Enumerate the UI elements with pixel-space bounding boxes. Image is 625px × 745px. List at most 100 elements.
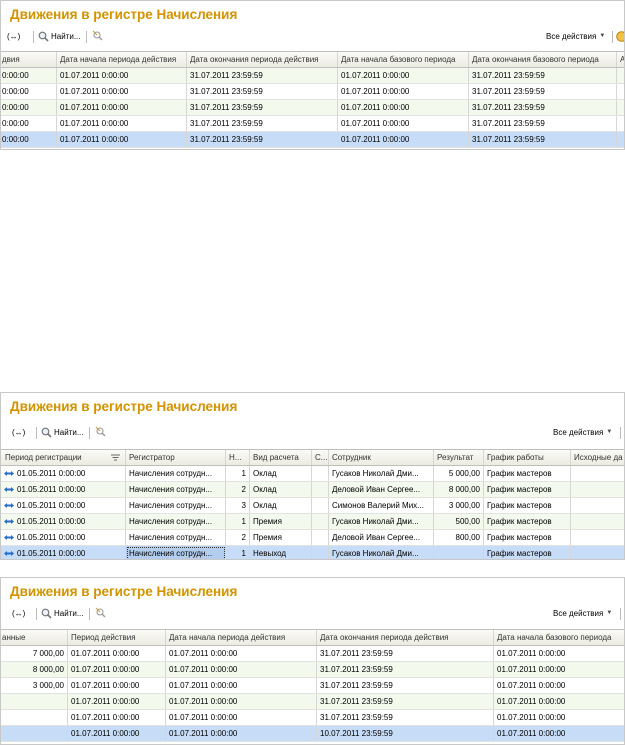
table-row[interactable]: 01.07.2011 0:00:00 01.07.2011 0:00:00 31… (1, 710, 624, 726)
dropdown-caret-icon: ▼ (599, 33, 606, 39)
column-header[interactable]: Дата начала базового периода (494, 630, 624, 645)
cell: 01.07.2011 0:00:00 (68, 710, 166, 725)
cancel-search-button[interactable] (95, 424, 107, 440)
focused-cell[interactable]: Начисления сотрудн... (126, 546, 226, 559)
cell: 01.07.2011 0:00:00 (57, 116, 187, 131)
column-header[interactable]: Дата начала периода действия (166, 630, 317, 645)
cell: 0:00:00 (1, 68, 57, 83)
dropdown-caret-icon: ▼ (606, 610, 613, 616)
column-header-period[interactable]: Период регистрации (1, 450, 126, 465)
cell: Начисления сотрудн... (126, 514, 226, 529)
nav-button[interactable]: (↔) (12, 605, 25, 621)
column-header[interactable]: Период действия (68, 630, 166, 645)
column-header[interactable]: двия (1, 52, 57, 67)
cell: Деловой Иван Сергее... (329, 482, 434, 497)
table-row[interactable]: 7 000,00 01.07.2011 0:00:00 01.07.2011 0… (1, 646, 624, 662)
column-header[interactable]: А (617, 52, 624, 67)
table-row[interactable]: 01.05.2011 0:00:00 Начисления сотрудн...… (1, 482, 624, 498)
cell: Премия (250, 530, 312, 545)
column-header[interactable]: Дата окончания периода действия (187, 52, 338, 67)
column-header[interactable]: Дата начала базового периода (338, 52, 469, 67)
column-header[interactable]: анные (1, 630, 68, 645)
cell: 01.07.2011 0:00:00 (68, 646, 166, 661)
column-header[interactable]: Н... (226, 450, 250, 465)
table-row[interactable]: 01.05.2011 0:00:00 Начисления сотрудн...… (1, 530, 624, 546)
cell (312, 498, 329, 513)
cell: 31.07.2011 23:59:59 (187, 132, 338, 147)
register-movements-panel-1: Движения в регистре Начисления (↔) Найти… (0, 0, 625, 150)
column-header[interactable]: Дата начала периода действия (57, 52, 187, 67)
movements-table: анные Период действия Дата начала период… (1, 629, 624, 742)
cell: 31.07.2011 23:59:59 (317, 694, 494, 709)
column-header[interactable]: Сотрудник (329, 450, 434, 465)
help-button[interactable] (616, 28, 624, 44)
nav-button[interactable]: (↔) (7, 28, 20, 44)
table-row[interactable]: 0:00:00 01.07.2011 0:00:00 31.07.2011 23… (1, 116, 624, 132)
cell (617, 132, 624, 147)
table-row-selected[interactable]: 01.05.2011 0:00:00 Начисления сотрудн...… (1, 546, 624, 559)
cell: 1 (226, 466, 250, 481)
cell: 31.07.2011 23:59:59 (317, 710, 494, 725)
nav-button[interactable]: (↔) (12, 424, 25, 440)
cell: Деловой Иван Сергее... (329, 530, 434, 545)
movement-icon (4, 471, 14, 476)
cell-text: 01.05.2011 0:00:00 (17, 549, 86, 558)
cell: 31.07.2011 23:59:59 (469, 84, 617, 99)
cancel-search-button[interactable] (92, 28, 104, 44)
column-header[interactable]: Исходные да (571, 450, 624, 465)
cell: 01.07.2011 0:00:00 (166, 678, 317, 693)
cell-period: 01.05.2011 0:00:00 (1, 546, 126, 559)
column-header[interactable]: График работы (484, 450, 571, 465)
magnifier-icon (41, 608, 52, 619)
cell: 01.07.2011 0:00:00 (166, 710, 317, 725)
table-row[interactable]: 01.05.2011 0:00:00 Начисления сотрудн...… (1, 514, 624, 530)
cell (617, 116, 624, 131)
cell: Оклад (250, 466, 312, 481)
cancel-search-button[interactable] (95, 605, 107, 621)
column-header[interactable]: Дата окончания периода действия (317, 630, 494, 645)
cell (312, 482, 329, 497)
all-actions-menu[interactable]: Все действия ▼ (553, 605, 612, 621)
table-row[interactable]: 3 000,00 01.07.2011 0:00:00 01.07.2011 0… (1, 678, 624, 694)
register-movements-panel-3: Движения в регистре Начисления (↔) Найти… (0, 577, 625, 745)
find-button[interactable]: Найти... (41, 605, 84, 621)
table-row[interactable]: 8 000,00 01.07.2011 0:00:00 01.07.2011 0… (1, 662, 624, 678)
help-icon (616, 30, 624, 42)
table-row[interactable]: 01.05.2011 0:00:00 Начисления сотрудн...… (1, 466, 624, 482)
cell-text: 01.05.2011 0:00:00 (17, 501, 86, 510)
panel-title: Движения в регистре Начисления (10, 399, 238, 414)
table-row-selected[interactable]: 0:00:00 01.07.2011 0:00:00 31.07.2011 23… (1, 132, 624, 148)
column-header[interactable]: Регистратор (126, 450, 226, 465)
cell: 31.07.2011 23:59:59 (469, 68, 617, 83)
table-row[interactable]: 0:00:00 01.07.2011 0:00:00 31.07.2011 23… (1, 84, 624, 100)
cell: Начисления сотрудн... (126, 530, 226, 545)
cell: 31.07.2011 23:59:59 (187, 68, 338, 83)
cell: Оклад (250, 482, 312, 497)
column-header[interactable]: С... (312, 450, 329, 465)
cell (1, 694, 68, 709)
all-actions-label: Все действия (553, 608, 604, 618)
cell-text: 01.05.2011 0:00:00 (17, 485, 86, 494)
toolbar-separator (620, 608, 621, 620)
cell (571, 546, 624, 559)
cell: 01.07.2011 0:00:00 (338, 68, 469, 83)
all-actions-menu[interactable]: Все действия ▼ (546, 28, 605, 44)
cell: 01.07.2011 0:00:00 (166, 662, 317, 677)
table-row[interactable]: 01.07.2011 0:00:00 01.07.2011 0:00:00 31… (1, 694, 624, 710)
cell: 3 (226, 498, 250, 513)
column-header[interactable]: Вид расчета (250, 450, 312, 465)
all-actions-label: Все действия (546, 31, 597, 41)
cell: 0:00:00 (1, 116, 57, 131)
magnifier-icon (41, 427, 52, 438)
table-row[interactable]: 0:00:00 01.07.2011 0:00:00 31.07.2011 23… (1, 68, 624, 84)
column-header[interactable]: Дата окончания базового периода (469, 52, 617, 67)
table-row-selected[interactable]: 01.07.2011 0:00:00 01.07.2011 0:00:00 10… (1, 726, 624, 742)
column-header[interactable]: Результат (434, 450, 484, 465)
all-actions-menu[interactable]: Все действия ▼ (553, 424, 612, 440)
cell (617, 68, 624, 83)
find-button[interactable]: Найти... (38, 28, 81, 44)
table-row[interactable]: 01.05.2011 0:00:00 Начисления сотрудн...… (1, 498, 624, 514)
panel-title: Движения в регистре Начисления (10, 7, 238, 22)
find-button[interactable]: Найти... (41, 424, 84, 440)
table-row[interactable]: 0:00:00 01.07.2011 0:00:00 31.07.2011 23… (1, 100, 624, 116)
